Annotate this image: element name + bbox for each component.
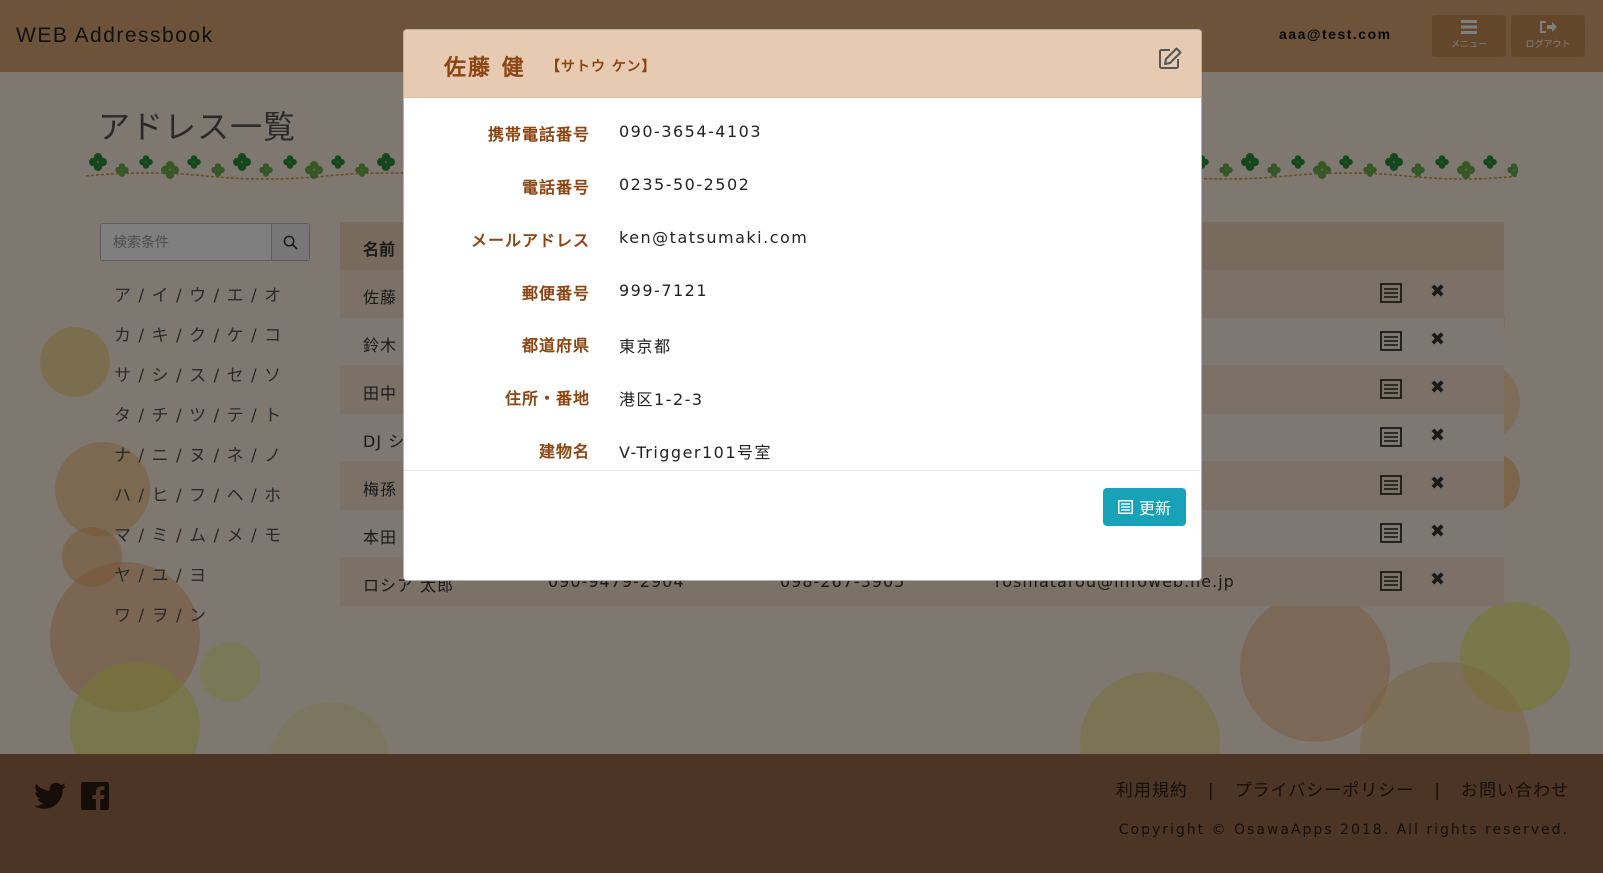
edit-button[interactable]	[1157, 46, 1183, 72]
field-building: 建物名 V-Trigger101号室	[404, 435, 1201, 465]
field-value: 東京都	[619, 337, 672, 356]
field-label: 電話番号	[521, 178, 590, 197]
field-mobile: 携帯電話番号 090-3654-4103	[404, 118, 1201, 148]
field-value: 090-3654-4103	[619, 122, 763, 141]
modal-footer: 更新	[404, 470, 1201, 580]
field-prefecture: 都道府県 東京都	[404, 329, 1201, 359]
field-value: 港区1-2-3	[619, 390, 704, 409]
field-label: 建物名	[538, 442, 590, 461]
field-value: ken@tatsumaki.com	[619, 228, 809, 247]
field-phone: 電話番号 0235-50-2502	[404, 171, 1201, 201]
field-label: メールアドレス	[470, 231, 590, 250]
update-label: 更新	[1138, 499, 1171, 518]
edit-icon	[1159, 47, 1182, 69]
contact-name: 佐藤 健	[444, 56, 526, 81]
field-address: 住所・番地 港区1-2-3	[404, 382, 1201, 412]
field-email: メールアドレス ken@tatsumaki.com	[404, 224, 1201, 254]
list-icon	[1117, 500, 1133, 514]
update-button[interactable]: 更新	[1103, 488, 1186, 526]
field-label: 携帯電話番号	[487, 125, 590, 144]
modal-header: 佐藤 健 【サトウ ケン】	[404, 30, 1201, 98]
field-value: 0235-50-2502	[619, 175, 751, 194]
field-value: V-Trigger101号室	[619, 443, 773, 462]
field-value: 999-7121	[619, 281, 709, 300]
contact-kana: 【サトウ ケン】	[546, 59, 657, 75]
field-label: 都道府県	[521, 336, 590, 355]
field-label: 郵便番号	[521, 284, 590, 303]
field-postal-code: 郵便番号 999-7121	[404, 277, 1201, 307]
contact-detail-modal: 佐藤 健 【サトウ ケン】 携帯電話番号 090-3654-4103 電話番号 …	[403, 29, 1202, 581]
field-label: 住所・番地	[504, 389, 590, 408]
